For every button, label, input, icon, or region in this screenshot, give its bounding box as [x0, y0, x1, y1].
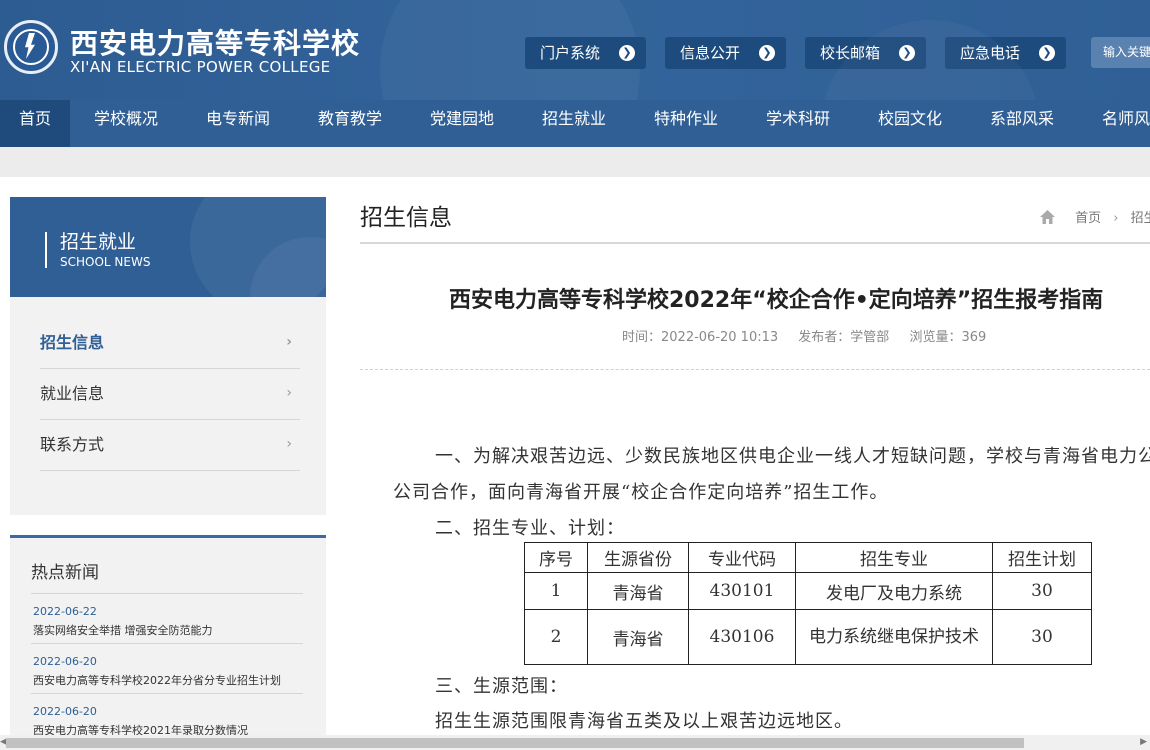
table-cell: 1 [524, 572, 588, 610]
president-mailbox-button[interactable]: 校长邮箱 ❯ [805, 37, 926, 69]
breadcrumb: 首页 › 招生信息 [1040, 207, 1150, 226]
table-cell: 青海省 [587, 609, 689, 665]
sidebar-item-label: 联系方式 [40, 435, 105, 454]
nav-item-news[interactable]: 电专新闻 [206, 100, 270, 147]
main-nav: 首页 学校概况 电专新闻 教育教学 党建园地 招生就业 特种作业 学术科研 校园… [0, 100, 1150, 147]
arrow-right-icon: ❯ [759, 45, 775, 61]
news-date: 2022-06-20 [33, 655, 97, 668]
arrow-right-icon: ❯ [899, 45, 915, 61]
divider [31, 693, 303, 694]
sidebar-item-label: 就业信息 [40, 384, 105, 403]
chevron-right-icon: › [286, 385, 292, 401]
table-header: 招生专业 [795, 542, 993, 573]
arrow-right-icon: ❯ [619, 45, 635, 61]
nav-item-departments[interactable]: 系部风采 [990, 100, 1054, 147]
article-paragraph: 一、为解决艰苦边远、少数民族地区供电企业一线人才短缺问题，学校与青海省电力公司 [435, 446, 1150, 467]
table-header: 专业代码 [688, 542, 796, 573]
table-cell: 2 [524, 609, 588, 665]
arrow-right-icon: ❯ [1039, 45, 1055, 61]
sidebar-menu: 招生信息 › 就业信息 › 联系方式 › [10, 297, 326, 515]
school-logo[interactable] [4, 20, 58, 74]
divider [31, 593, 303, 594]
meta-divider [360, 369, 1150, 370]
table-header: 招生计划 [992, 542, 1092, 573]
nav-item-party[interactable]: 党建园地 [430, 100, 494, 147]
publish-time: 时间：2022-06-20 10:13 [622, 330, 779, 345]
info-disclosure-button[interactable]: 信息公开 ❯ [665, 37, 786, 69]
emergency-phone-button[interactable]: 应急电话 ❯ [945, 37, 1066, 69]
table-cell: 电力系统继电保护技术 [795, 609, 993, 665]
article-title: 西安电力高等专科学校2022年“校企合作•定向培养”招生报考指南 [449, 288, 1104, 313]
table-row: 2 青海省 430106 电力系统继电保护技术 30 [524, 609, 1092, 665]
scroll-right-icon[interactable]: ▶ [1140, 737, 1147, 747]
table-header: 序号 [524, 542, 588, 573]
breadcrumb-separator: › [1113, 211, 1119, 226]
portal-system-button[interactable]: 门户系统 ❯ [525, 37, 646, 69]
article-paragraph: 招生生源范围限青海省五类及以上艰苦边远地区。 [435, 711, 853, 732]
table-header: 生源省份 [587, 542, 689, 573]
news-date: 2022-06-22 [33, 605, 97, 618]
table-cell: 30 [992, 572, 1092, 610]
nav-item-home[interactable]: 首页 [0, 100, 70, 147]
table-cell: 青海省 [587, 572, 689, 610]
chevron-right-icon: › [286, 334, 292, 350]
chevron-right-icon: › [286, 436, 292, 452]
sidebar-subtitle: SCHOOL NEWS [60, 255, 151, 269]
nav-item-about[interactable]: 学校概况 [94, 100, 158, 147]
nav-divider-strip [0, 147, 1150, 177]
nav-item-campus[interactable]: 校园文化 [878, 100, 942, 147]
table-cell: 发电厂及电力系统 [795, 572, 993, 610]
nav-item-admission[interactable]: 招生就业 [542, 100, 606, 147]
banner-bar [45, 232, 47, 268]
table-cell: 430101 [688, 572, 796, 610]
nav-item-research[interactable]: 学术科研 [766, 100, 830, 147]
sidebar-item-contact[interactable]: 联系方式 › [40, 419, 300, 471]
news-date: 2022-06-20 [33, 705, 97, 718]
school-name-cn: 西安电力高等专科学校 [70, 27, 361, 60]
portal-system-label: 门户系统 [540, 44, 601, 62]
nav-item-teachers[interactable]: 名师风采 [1102, 100, 1150, 147]
publisher: 发布者：学管部 [798, 330, 890, 345]
table-row: 1 青海省 430101 发电厂及电力系统 30 [524, 572, 1092, 610]
breadcrumb-current[interactable]: 招生信息 [1131, 211, 1150, 226]
school-name-en: XI'AN ELECTRIC POWER COLLEGE [70, 58, 331, 76]
home-icon[interactable] [1040, 210, 1055, 224]
horizontal-scrollbar[interactable]: ◀ ▶ [0, 735, 1150, 750]
title-divider [360, 242, 1150, 244]
info-disclosure-label: 信息公开 [680, 44, 741, 62]
table-cell: 430106 [688, 609, 796, 665]
article-meta: 时间：2022-06-20 10:13 发布者：学管部 浏览量：369 [622, 326, 1002, 345]
scrollbar-thumb[interactable] [6, 738, 1024, 748]
nav-item-special-work[interactable]: 特种作业 [654, 100, 718, 147]
search-input[interactable]: 输入关键字 [1091, 37, 1150, 68]
hot-news-panel: 热点新闻 2022-06-22 落实网络安全举措 增强安全防范能力 2022-0… [10, 535, 326, 750]
sidebar-item-admission-info[interactable]: 招生信息 › [40, 317, 300, 369]
emergency-phone-label: 应急电话 [960, 44, 1021, 62]
admission-plan-table: 序号 生源省份 专业代码 招生专业 招生计划 1 青海省 430101 发电厂及… [524, 542, 1092, 665]
page-title: 招生信息 [360, 205, 452, 231]
view-count: 浏览量：369 [909, 330, 987, 345]
sidebar-item-label: 招生信息 [40, 333, 105, 352]
hot-news-title: 热点新闻 [31, 563, 99, 583]
site-header: 西安电力高等专科学校 XI'AN ELECTRIC POWER COLLEGE … [0, 0, 1150, 100]
sidebar-item-employment-info[interactable]: 就业信息 › [40, 368, 300, 420]
news-link[interactable]: 落实网络安全举措 增强安全防范能力 [33, 622, 213, 638]
nav-item-teaching[interactable]: 教育教学 [318, 100, 382, 147]
article-paragraph: 公司合作，面向青海省开展“校企合作定向培养”招生工作。 [393, 482, 889, 503]
president-mailbox-label: 校长邮箱 [820, 44, 881, 62]
table-header-row: 序号 生源省份 专业代码 招生专业 招生计划 [524, 542, 1092, 573]
article-paragraph: 三、生源范围： [435, 676, 568, 697]
sidebar-title: 招生就业 [60, 231, 137, 253]
divider [31, 643, 303, 644]
table-cell: 30 [992, 609, 1092, 665]
breadcrumb-home[interactable]: 首页 [1075, 211, 1101, 226]
article-paragraph: 二、招生专业、计划： [435, 518, 625, 539]
sidebar-banner: 招生就业 SCHOOL NEWS [10, 197, 326, 297]
news-link[interactable]: 西安电力高等专科学校2022年分省分专业招生计划 [33, 672, 281, 688]
